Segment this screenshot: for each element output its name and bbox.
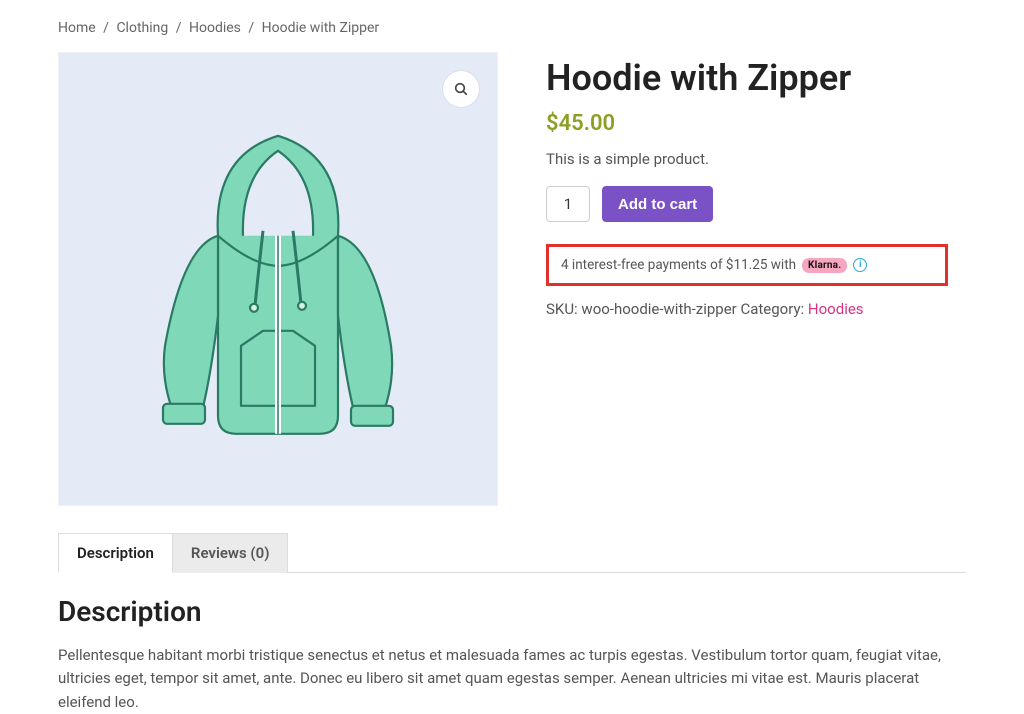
quantity-input[interactable]: 1 [546, 186, 590, 222]
zoom-button[interactable] [443, 71, 479, 107]
product-image [123, 116, 433, 456]
klarna-badge: Klarna. [802, 258, 847, 273]
breadcrumb-sep: / [176, 20, 182, 36]
breadcrumb-clothing[interactable]: Clothing [116, 20, 168, 36]
search-icon [453, 81, 469, 97]
tab-reviews[interactable]: Reviews (0) [173, 533, 289, 573]
breadcrumb-current: Hoodie with Zipper [262, 20, 380, 36]
product-meta: SKU: woo-hoodie-with-zipper Category: Ho… [546, 300, 966, 318]
description-heading: Description [58, 595, 966, 628]
product-tabs: Description Reviews (0) [58, 532, 966, 573]
sku-label: SKU: [546, 300, 578, 318]
breadcrumb-home[interactable]: Home [58, 20, 96, 36]
tab-description[interactable]: Description [58, 533, 173, 573]
product-title: Hoodie with Zipper [546, 58, 966, 99]
breadcrumb: Home / Clothing / Hoodies / Hoodie with … [58, 20, 966, 36]
description-body: Pellentesque habitant morbi tristique se… [58, 644, 966, 714]
product-gallery[interactable] [58, 52, 498, 506]
description-panel: Description Pellentesque habitant morbi … [58, 573, 966, 714]
info-icon[interactable]: i [853, 258, 867, 272]
category-label: Category: [740, 300, 804, 318]
add-to-cart-button[interactable]: Add to cart [602, 186, 713, 222]
breadcrumb-sep: / [103, 20, 109, 36]
breadcrumb-sep: / [248, 20, 254, 36]
sku-value: woo-hoodie-with-zipper [581, 300, 736, 318]
product-price: $45.00 [546, 111, 966, 136]
category-link[interactable]: Hoodies [808, 300, 864, 318]
product-short-description: This is a simple product. [546, 150, 966, 168]
klarna-message: 4 interest-free payments of $11.25 with … [546, 244, 948, 286]
breadcrumb-hoodies[interactable]: Hoodies [189, 20, 241, 36]
klarna-text: 4 interest-free payments of $11.25 with [561, 257, 796, 273]
